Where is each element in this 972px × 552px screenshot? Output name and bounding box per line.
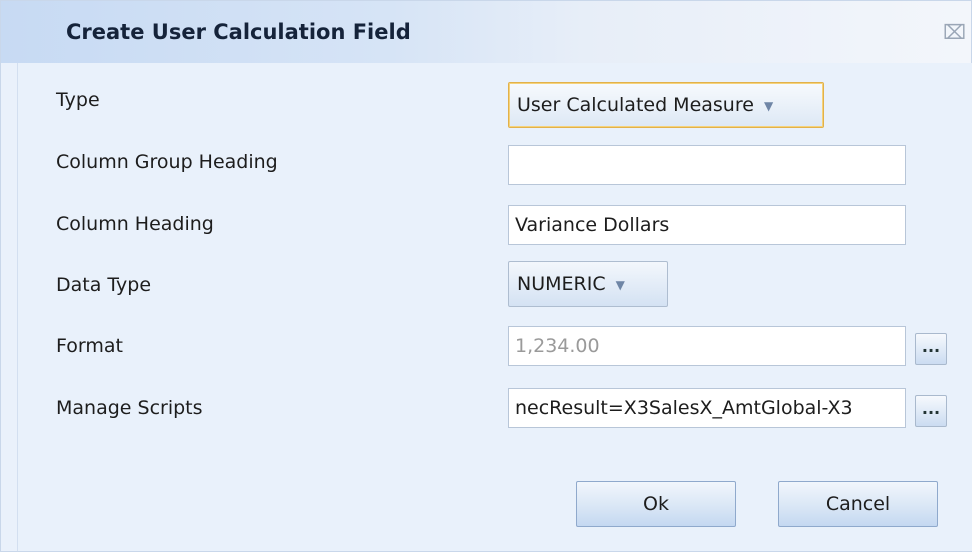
- column-heading-label: Column Heading: [56, 213, 214, 235]
- data-type-label: Data Type: [56, 274, 152, 296]
- format-input[interactable]: 1,234.00: [508, 326, 906, 366]
- dialog-title: Create User Calculation Field: [66, 20, 411, 44]
- data-type-dropdown-value: NUMERIC: [517, 273, 606, 295]
- data-type-dropdown[interactable]: NUMERIC ▼: [508, 261, 668, 307]
- type-dropdown-value: User Calculated Measure: [517, 94, 754, 116]
- column-heading-input[interactable]: Variance Dollars: [508, 205, 906, 245]
- dialog-content: Type User Calculated Measure ▼ Column Gro…: [17, 63, 972, 551]
- chevron-down-icon: ▼: [615, 277, 625, 292]
- column-group-heading-label: Column Group Heading: [56, 151, 278, 173]
- manage-scripts-input[interactable]: necResult=X3SalesX_AmtGlobal-X3: [508, 388, 906, 428]
- manage-scripts-browse-button[interactable]: ...: [915, 395, 947, 427]
- format-browse-button[interactable]: ...: [915, 333, 947, 365]
- column-group-heading-input[interactable]: [508, 145, 906, 185]
- chevron-down-icon: ▼: [763, 98, 774, 113]
- title-bar: Create User Calculation Field ⌧: [1, 1, 971, 63]
- ok-button[interactable]: Ok: [576, 481, 736, 527]
- manage-scripts-label: Manage Scripts: [56, 397, 203, 419]
- cancel-button[interactable]: Cancel: [778, 481, 938, 527]
- type-dropdown[interactable]: User Calculated Measure ▼: [508, 82, 824, 128]
- create-user-calculation-field-dialog: Create User Calculation Field ⌧ Type Use…: [0, 0, 972, 552]
- format-label: Format: [56, 335, 123, 357]
- type-label: Type: [56, 89, 100, 111]
- close-icon[interactable]: ⌧: [943, 21, 966, 43]
